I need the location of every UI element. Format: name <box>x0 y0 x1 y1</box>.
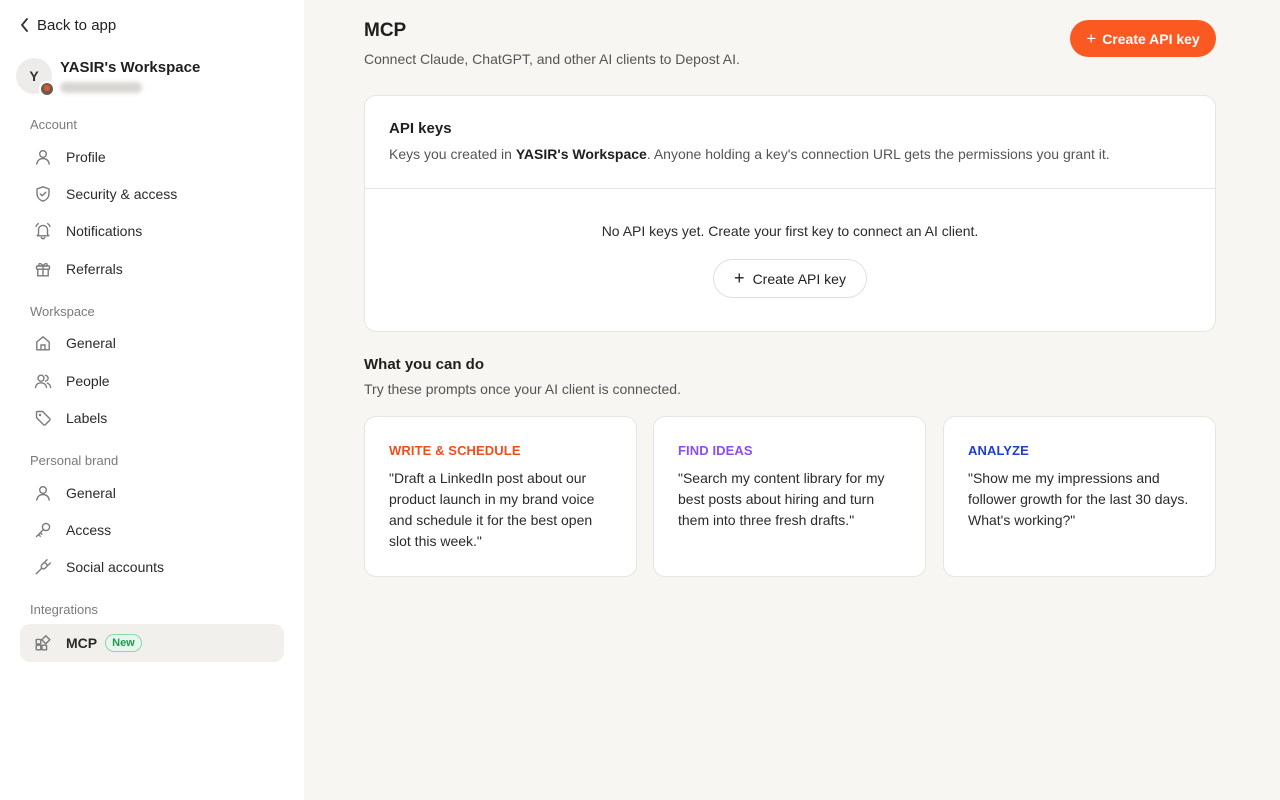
sidebar-item-label: Referrals <box>66 261 123 277</box>
sidebar-item-notifications[interactable]: Notifications <box>20 213 284 249</box>
chevron-left-icon <box>21 18 28 32</box>
section-label-integrations: Integrations <box>30 602 98 617</box>
prompt-card-write-schedule: WRITE & SCHEDULE "Draft a LinkedIn post … <box>364 416 637 577</box>
sidebar-item-brand-general[interactable]: General <box>20 475 284 511</box>
users-icon <box>34 372 52 390</box>
sidebar-item-label: General <box>66 335 116 351</box>
create-first-api-key-label: Create API key <box>752 270 846 287</box>
api-keys-description: Keys you created in YASIR's Workspace. A… <box>389 146 1110 162</box>
sidebar-item-label: Security & access <box>66 186 178 202</box>
settings-sidebar: Back to app Y YASIR's Workspace Account … <box>0 0 304 800</box>
prompt-card-find-ideas: FIND IDEAS "Search my content library fo… <box>653 416 926 577</box>
plug-icon <box>34 558 52 576</box>
prompt-tag: ANALYZE <box>968 443 1029 458</box>
page-subtitle: Connect Claude, ChatGPT, and other AI cl… <box>364 51 740 67</box>
new-badge: New <box>105 634 142 652</box>
sidebar-item-label: Access <box>66 522 112 538</box>
tag-icon <box>34 409 52 427</box>
user-icon <box>34 484 52 502</box>
home-icon <box>34 334 52 352</box>
sidebar-item-mcp[interactable]: MCP New <box>20 624 284 662</box>
what-you-can-do-subtitle: Try these prompts once your AI client is… <box>364 381 681 397</box>
section-label-account: Account <box>30 117 77 132</box>
sidebar-item-people[interactable]: People <box>20 363 284 399</box>
sidebar-item-access[interactable]: Access <box>20 512 284 548</box>
api-keys-empty-state: No API keys yet. Create your first key t… <box>601 223 979 239</box>
prompt-tag: WRITE & SCHEDULE <box>389 443 521 458</box>
create-api-key-label: Create API key <box>1102 30 1200 47</box>
plus-icon: + <box>1086 28 1097 48</box>
prompt-tag: FIND IDEAS <box>678 443 753 458</box>
api-keys-title: API keys <box>389 120 452 137</box>
sidebar-item-label: MCP <box>66 635 98 651</box>
sidebar-item-profile[interactable]: Profile <box>20 139 284 175</box>
back-to-app-label: Back to app <box>37 16 117 34</box>
create-first-api-key-button[interactable]: + Create API key <box>713 259 867 298</box>
bell-icon <box>34 222 52 240</box>
sidebar-item-referrals[interactable]: Referrals <box>20 251 284 287</box>
gift-icon <box>34 260 52 278</box>
grid-plus-icon <box>34 634 52 652</box>
section-label-workspace: Workspace <box>30 304 95 319</box>
key-icon <box>34 521 52 539</box>
page-title: MCP <box>364 20 407 41</box>
user-icon <box>34 148 52 166</box>
user-name-blurred <box>60 82 142 93</box>
sidebar-item-social-accounts[interactable]: Social accounts <box>20 549 284 585</box>
prompt-text: "Search my content library for my best p… <box>678 470 885 528</box>
shield-check-icon <box>34 185 52 203</box>
plus-icon: + <box>734 268 745 288</box>
section-label-personal-brand: Personal brand <box>30 453 119 468</box>
prompt-text: "Show me my impressions and follower gro… <box>968 470 1189 528</box>
workspace-name-inline: YASIR's Workspace <box>515 146 647 162</box>
workspace-initial: Y <box>29 68 39 84</box>
user-avatar <box>39 81 55 97</box>
what-you-can-do-title: What you can do <box>364 356 484 373</box>
back-to-app-link[interactable]: Back to app <box>20 15 116 35</box>
prompt-text: "Draft a LinkedIn post about our product… <box>389 470 595 549</box>
sidebar-item-label: Profile <box>66 149 106 165</box>
workspace-name: YASIR's Workspace <box>60 59 201 76</box>
create-api-key-button[interactable]: + Create API key <box>1070 20 1216 57</box>
sidebar-item-label: Notifications <box>66 223 143 239</box>
sidebar-item-label: Social accounts <box>66 559 165 575</box>
sidebar-item-label: Labels <box>66 410 108 426</box>
sidebar-item-workspace-general[interactable]: General <box>20 325 284 361</box>
workspace-avatar: Y <box>16 58 55 97</box>
sidebar-item-label: People <box>66 373 110 389</box>
sidebar-item-label: General <box>66 485 116 501</box>
prompt-card-analyze: ANALYZE "Show me my impressions and foll… <box>943 416 1216 577</box>
sidebar-item-security[interactable]: Security & access <box>20 176 284 212</box>
workspace-switcher[interactable]: Y YASIR's Workspace <box>16 58 201 97</box>
api-keys-card: API keys Keys you created in YASIR's Wor… <box>364 95 1216 332</box>
sidebar-item-labels[interactable]: Labels <box>20 400 284 436</box>
